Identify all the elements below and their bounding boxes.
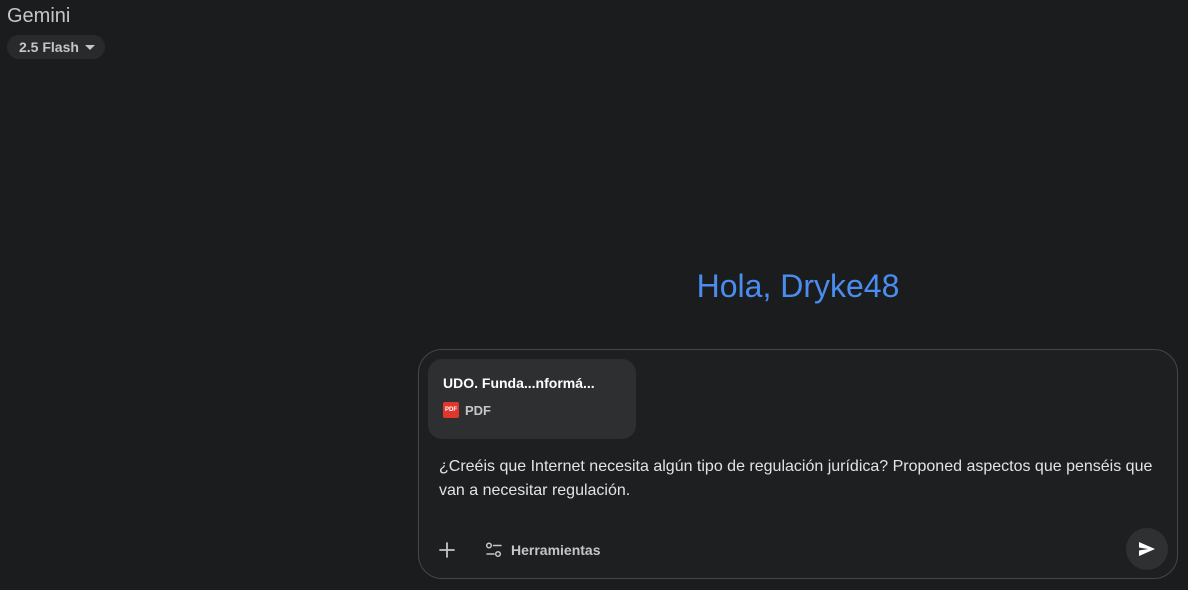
caret-down-icon [84,45,95,50]
pdf-icon: PDF [443,402,459,418]
tools-button[interactable]: Herramientas [485,538,601,562]
attachment-meta: PDF PDF [443,402,621,418]
tools-label: Herramientas [511,542,601,558]
prompt-input[interactable]: ¿Creéis que Internet necesita algún tipo… [439,455,1159,503]
send-icon [1139,542,1155,556]
prompt-composer: UDO. Funda...nformá... PDF PDF ¿Creéis q… [418,349,1178,579]
attachment-type: PDF [465,402,491,418]
attachment-name: UDO. Funda...nformá... [443,375,595,391]
model-selector-label: 2.5 Flash [19,39,79,55]
send-button[interactable] [1126,528,1168,570]
greeting-heading: Hola, Dryke48 [696,268,900,304]
add-button[interactable] [433,536,461,564]
app-title: Gemini [7,5,71,27]
gemini-app: Gemini 2.5 Flash Hola, Dryke48 UDO. Fund… [0,0,1188,590]
attachment-card[interactable]: UDO. Funda...nformá... PDF PDF [428,359,636,439]
sliders-icon [485,542,502,558]
plus-icon [439,542,455,558]
model-selector-button[interactable]: 2.5 Flash [7,35,105,59]
